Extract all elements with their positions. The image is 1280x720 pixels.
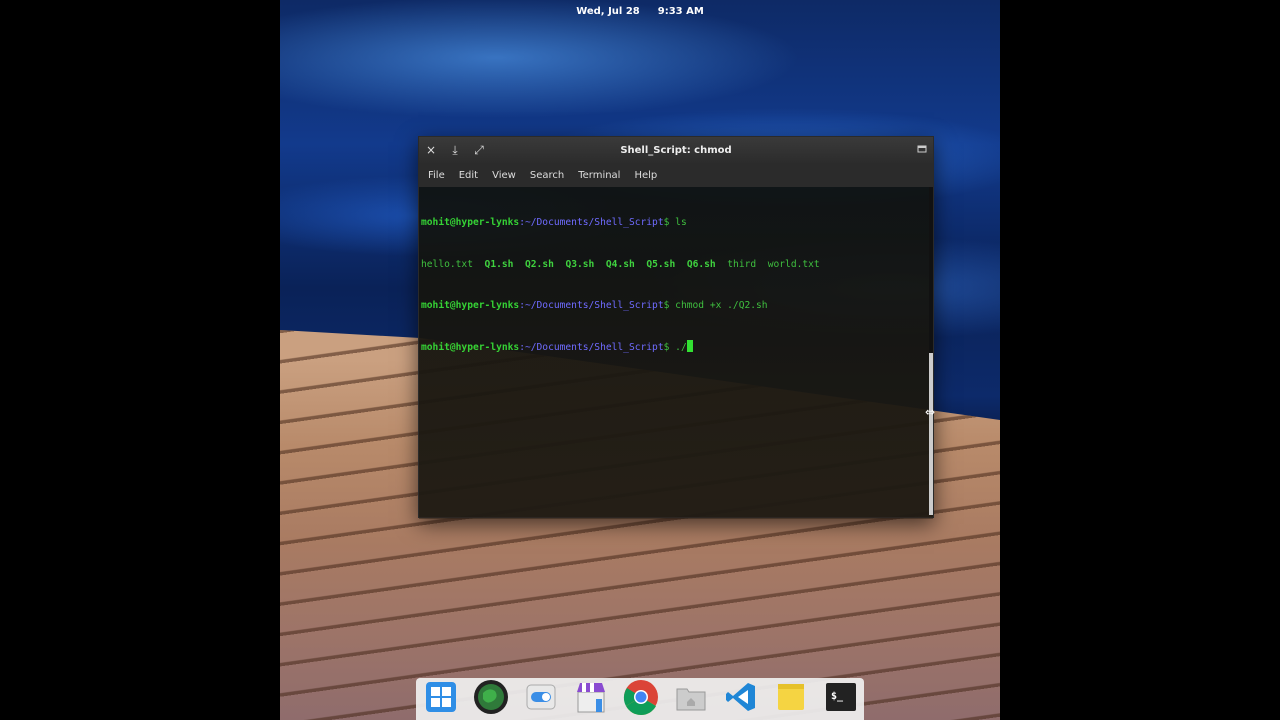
titlebar[interactable]: × ⤓ ⤢ Shell_Script: chmod <box>419 137 933 163</box>
window-title: Shell_Script: chmod <box>620 144 732 156</box>
menu-terminal[interactable]: Terminal <box>571 170 627 181</box>
svg-text:$_: $_ <box>831 691 844 702</box>
menubar: File Edit View Search Terminal Help <box>419 163 933 187</box>
terminal-line: mohit@hyper-lynks:~/Documents/Shell_Scri… <box>421 339 931 354</box>
terminal-window: × ⤓ ⤢ Shell_Script: chmod File Edit View… <box>418 136 934 519</box>
terminal-line: mohit@hyper-lynks:~/Documents/Shell_Scri… <box>421 217 687 229</box>
close-icon[interactable]: × <box>419 138 443 162</box>
files-icon[interactable] <box>672 678 710 716</box>
panel-date[interactable]: Wed, Jul 28 <box>576 6 640 17</box>
menu-search[interactable]: Search <box>523 170 571 181</box>
notes-icon[interactable] <box>772 678 810 716</box>
menu-file[interactable]: File <box>421 170 452 181</box>
resize-cursor-icon: ⇔ <box>925 405 936 419</box>
settings-toggle-icon[interactable] <box>522 678 560 716</box>
window-menu-icon[interactable] <box>915 142 929 156</box>
terminal-line: hello.txt Q1.sh Q2.sh Q3.sh Q4.sh Q5.sh … <box>421 258 820 270</box>
browser-globe-icon[interactable] <box>472 678 510 716</box>
maximize-icon[interactable]: ⤢ <box>467 138 491 162</box>
menu-view[interactable]: View <box>485 170 523 181</box>
minimize-icon[interactable]: ⤓ <box>443 138 467 162</box>
terminal-icon[interactable]: $_ <box>822 678 860 716</box>
chrome-icon[interactable] <box>622 678 660 716</box>
menu-edit[interactable]: Edit <box>452 170 485 181</box>
text-cursor <box>686 339 693 352</box>
dock-icons: $_ <box>422 678 860 716</box>
terminal-output[interactable]: mohit@hyper-lynks:~/Documents/Shell_Scri… <box>419 187 933 519</box>
vscode-icon[interactable] <box>722 678 760 716</box>
app-center-icon[interactable] <box>572 678 610 716</box>
multitasking-view-icon[interactable] <box>422 678 460 716</box>
top-panel: Wed, Jul 28 9:33 AM <box>280 0 1000 22</box>
terminal-line: mohit@hyper-lynks:~/Documents/Shell_Scri… <box>421 299 768 311</box>
scrollbar-thumb[interactable] <box>929 353 933 515</box>
panel-time[interactable]: 9:33 AM <box>658 6 704 17</box>
menu-help[interactable]: Help <box>627 170 664 181</box>
